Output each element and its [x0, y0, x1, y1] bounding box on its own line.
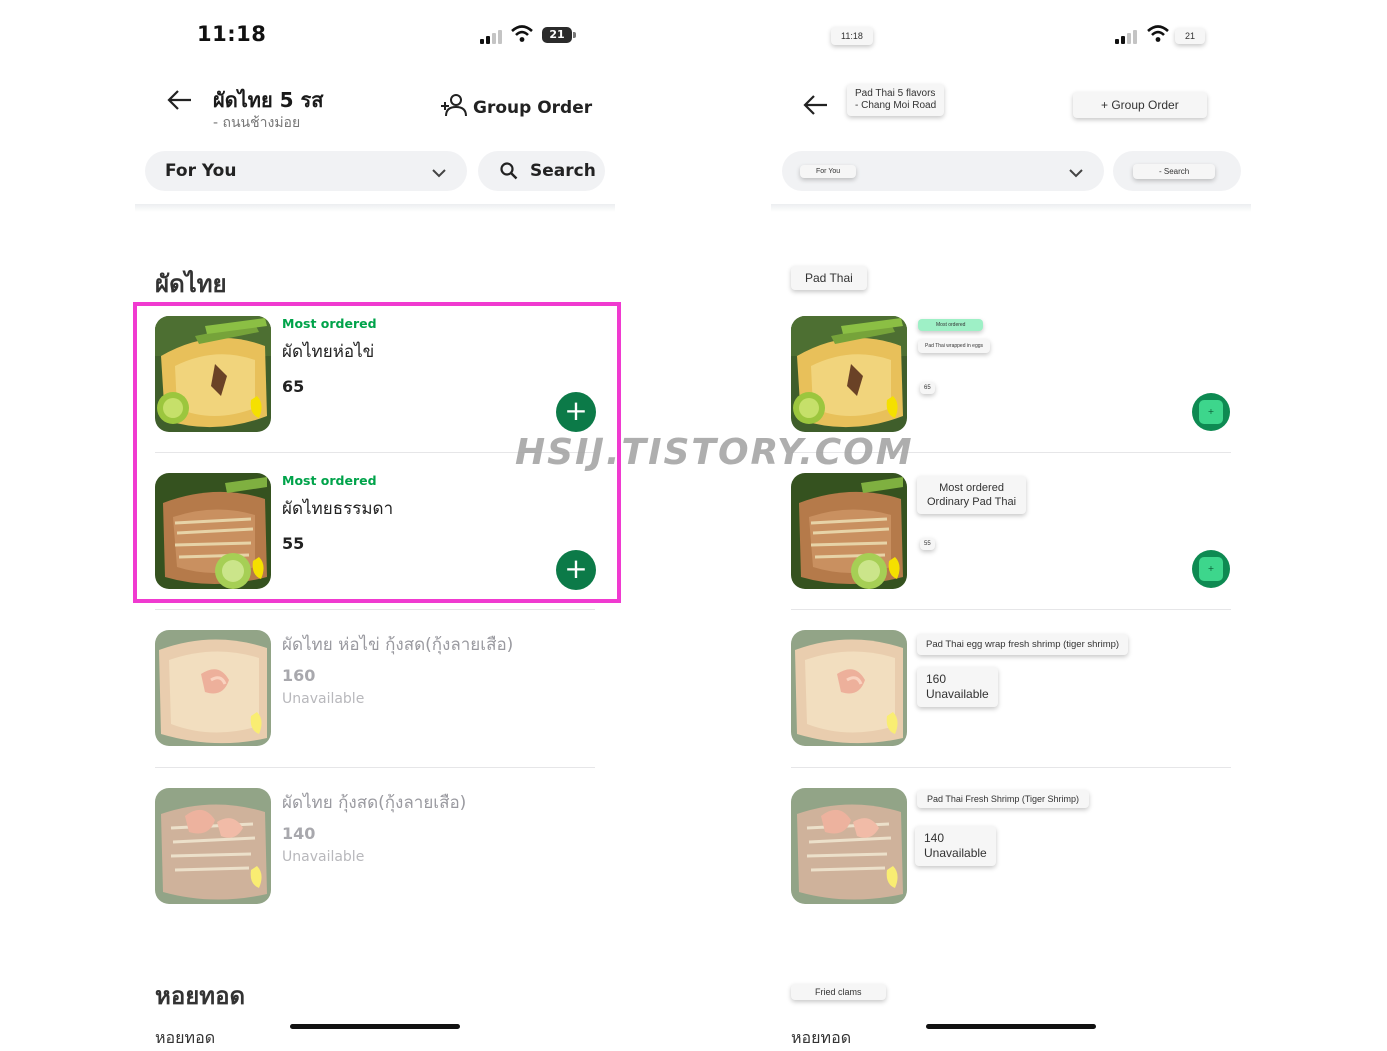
item-price: 65 [920, 382, 935, 394]
search-icon [500, 162, 518, 180]
header-divider [771, 204, 1251, 212]
item-name: ผัดไทย กุ้งสด(กุ้งลายเสือ) [282, 793, 467, 813]
divider [155, 609, 595, 610]
next-section-item: หอยทอด [155, 1028, 216, 1047]
menu-item[interactable]: Most ordered Pad Thai wrapped in eggs 65… [791, 316, 1233, 436]
restaurant-location: - Chang Moi Road [855, 100, 937, 111]
dish-photo [791, 316, 907, 432]
menu-item-unavailable: Pad Thai egg wrap fresh shrimp (tiger sh… [791, 630, 1233, 750]
unavailable-label: Unavailable [282, 849, 365, 865]
chevron-down-icon [431, 164, 447, 183]
add-item-button[interactable]: + [1192, 393, 1230, 431]
battery-icon: 21 [1175, 28, 1206, 44]
add-item-button[interactable]: + [1192, 550, 1230, 588]
most-ordered-badge: Most ordered [939, 482, 1004, 494]
dish-photo [155, 788, 271, 904]
translated-menu-screen: 11:18 21 Pad Thai 5 flavors - Chang Moi … [771, 0, 1251, 1047]
status-time: 11:18 [831, 27, 873, 45]
dish-photo [791, 630, 907, 746]
unavailable-label: Unavailable [282, 691, 365, 707]
item-price: 55 [920, 538, 935, 550]
back-arrow-icon[interactable] [167, 88, 193, 118]
chevron-down-icon [1068, 164, 1084, 183]
item-name-translated: Most ordered Ordinary Pad Thai [917, 476, 1027, 514]
watermark-text: HSIJ.TISTORY.COM [515, 432, 914, 473]
plus-icon: + [1199, 400, 1223, 424]
unavailable-label: Unavailable [924, 846, 987, 860]
search-button[interactable]: Search [478, 151, 605, 191]
restaurant-location: - ถนนช้างม่อย [213, 115, 301, 131]
search-button[interactable]: - Search [1113, 151, 1241, 191]
divider [155, 767, 595, 768]
next-section-title: หอยทอด [155, 982, 246, 1010]
header-divider [135, 204, 615, 212]
category-select[interactable]: For You [145, 151, 467, 191]
thai-menu-screen: 11:18 21 ผัดไทย 5 รส - ถนนช้างม่อย Group… [133, 0, 621, 1047]
next-section-item: หอยทอด [791, 1028, 852, 1047]
dish-photo [791, 788, 907, 904]
item-name: Pad Thai Fresh Shrimp (Tiger Shrimp) [917, 790, 1090, 808]
item-price: 160 [282, 666, 316, 685]
category-select-label: For You [165, 161, 237, 181]
item-name: Pad Thai wrapped in eggs [918, 339, 991, 353]
plus-icon: + [1199, 557, 1223, 581]
divider [791, 609, 1231, 610]
group-add-icon [439, 92, 467, 123]
group-order-button[interactable]: Group Order [439, 92, 592, 123]
item-price: 160 [926, 672, 947, 686]
dish-photo [155, 630, 271, 746]
most-ordered-badge: Most ordered [918, 319, 984, 331]
item-price: 140 [924, 831, 945, 845]
signal-icon [480, 30, 502, 44]
restaurant-title: Pad Thai 5 flavors [855, 88, 936, 99]
section-title: ผัดไทย [155, 270, 227, 298]
home-indicator [926, 1024, 1096, 1029]
item-name: Pad Thai egg wrap fresh shrimp (tiger sh… [917, 634, 1129, 655]
search-label: - Search [1133, 164, 1216, 179]
battery-level: 21 [542, 27, 572, 43]
section-title: Pad Thai [791, 266, 867, 290]
search-label: Search [530, 161, 596, 181]
wifi-icon [511, 25, 533, 47]
wifi-icon [1147, 25, 1169, 47]
dish-photo [791, 473, 907, 589]
category-select[interactable]: For You [782, 151, 1104, 191]
status-time: 11:18 [197, 22, 267, 46]
item-status-translated: 160 Unavailable [917, 667, 998, 707]
menu-item[interactable]: Most ordered Ordinary Pad Thai 55 + [791, 473, 1233, 593]
item-price: 140 [282, 824, 316, 843]
group-order-label: Group Order [473, 97, 593, 118]
battery-icon: 21 [542, 27, 576, 43]
item-name: ผัดไทย ห่อไข่ กุ้งสด(กุ้งลายเสือ) [282, 635, 514, 655]
item-name: Ordinary Pad Thai [927, 496, 1017, 508]
menu-item-unavailable: Pad Thai Fresh Shrimp (Tiger Shrimp) 140… [791, 788, 1233, 908]
menu-item-unavailable: ผัดไทย ห่อไข่ กุ้งสด(กุ้งลายเสือ) 160 Un… [155, 630, 597, 750]
item-status-translated: 140 Unavailable [915, 826, 996, 866]
divider [791, 767, 1231, 768]
back-arrow-icon[interactable] [803, 94, 829, 120]
next-section-title: Fried clams [791, 984, 886, 1000]
restaurant-title-translated: Pad Thai 5 flavors - Chang Moi Road [847, 84, 945, 116]
menu-item-unavailable: ผัดไทย กุ้งสด(กุ้งลายเสือ) 140 Unavailab… [155, 788, 597, 908]
unavailable-label: Unavailable [926, 687, 989, 701]
home-indicator [290, 1024, 460, 1029]
category-select-label: For You [800, 165, 857, 178]
group-order-button[interactable]: + Group Order [1073, 92, 1207, 118]
signal-icon [1115, 30, 1137, 44]
